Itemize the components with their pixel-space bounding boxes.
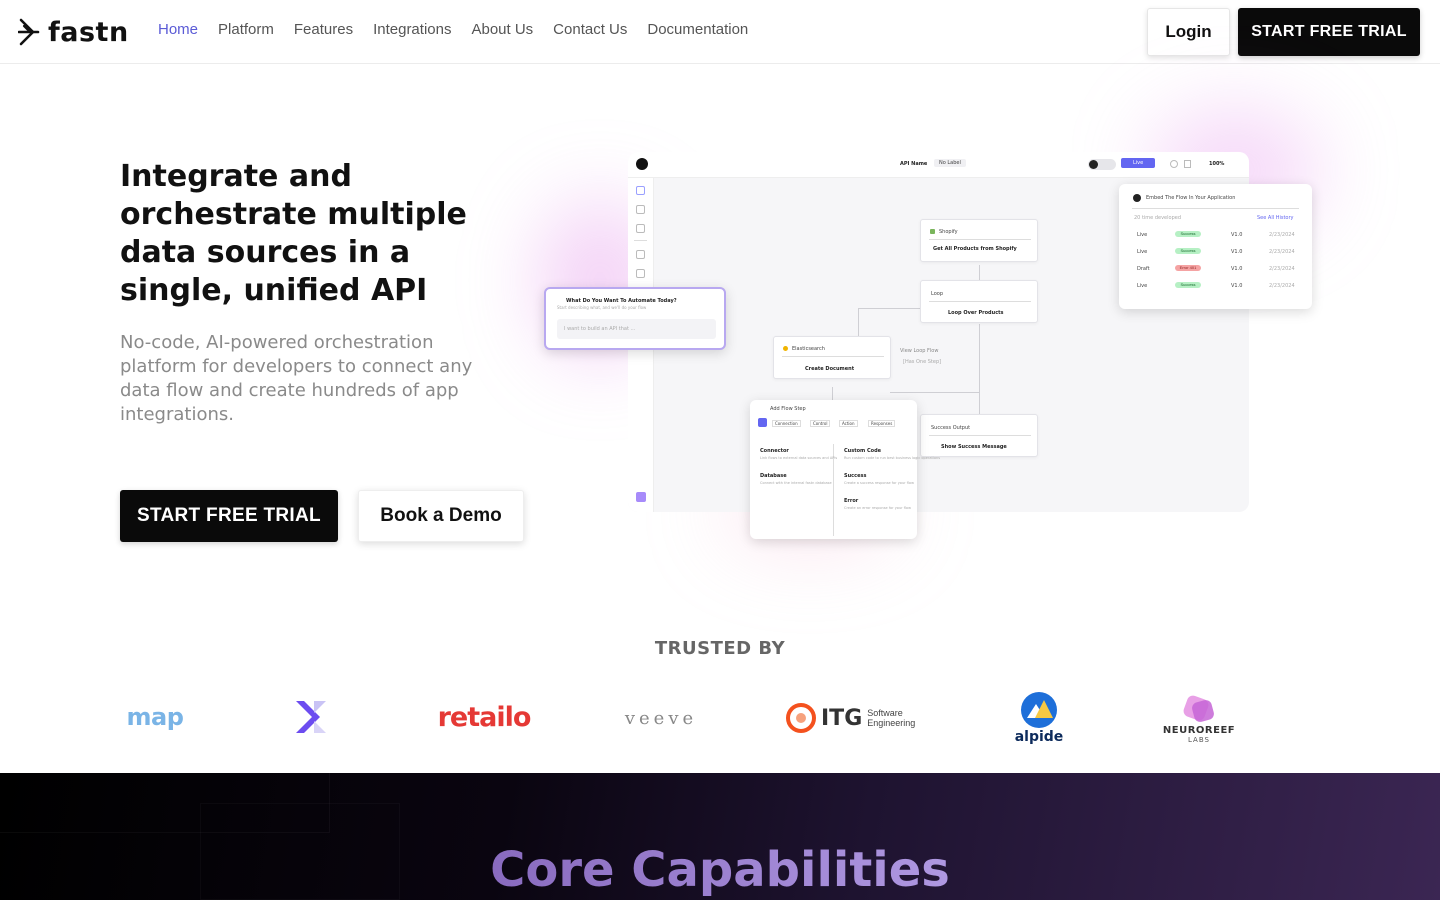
- itg-circle-icon: [786, 703, 816, 733]
- node-elasticsearch: Elasticsearch Create Document: [773, 336, 891, 379]
- add-flow-step-panel: Add Flow Step Connection Control Action …: [750, 400, 940, 539]
- neuroreef-icon: [1181, 693, 1216, 725]
- logo-veeve: veeve: [624, 707, 698, 729]
- node-shopify: Shopify Get All Products from Shopify: [920, 219, 1038, 262]
- mockup-label-select: No Label: [934, 159, 966, 167]
- node-success-output: Success Output Show Success Message: [920, 414, 1038, 457]
- nav-link-platform[interactable]: Platform: [218, 21, 274, 38]
- embed-flow-panel: Embed The Flow In Your Application 20 ti…: [1119, 184, 1312, 309]
- top-navbar: fastn Home Platform Features Integration…: [0, 0, 1440, 64]
- nav-link-documentation[interactable]: Documentation: [647, 21, 748, 38]
- nav-link-about-us[interactable]: About Us: [471, 21, 533, 38]
- mockup-zoom: 100%: [1209, 161, 1225, 167]
- brand-logo[interactable]: fastn: [18, 16, 129, 48]
- book-demo-button[interactable]: Book a Demo: [358, 490, 524, 542]
- nav-link-features[interactable]: Features: [294, 21, 353, 38]
- loop-flow-label: View Loop Flow: [900, 348, 939, 354]
- logo-itg: ITG Software Engineering: [786, 700, 922, 736]
- logo-retailo: retailo: [437, 701, 532, 733]
- hero-subtitle: No-code, AI-powered orchestration platfo…: [120, 332, 473, 425]
- alpide-mountain-icon: [1021, 691, 1057, 728]
- automate-prompt-card: What Do You Want To Automate Today? Star…: [544, 287, 726, 350]
- x-logo-icon: [296, 701, 326, 733]
- core-capabilities-title: Core Capabilities: [0, 842, 1440, 898]
- logo-alpide: alpide: [1012, 690, 1066, 746]
- login-button[interactable]: Login: [1147, 8, 1230, 56]
- trusted-by-heading: TRUSTED BY: [654, 638, 786, 659]
- hero-title: Integrate and orchestrate multiple data …: [120, 159, 467, 308]
- mockup-bookmark-icon: [1184, 160, 1191, 168]
- node-loop: Loop Loop Over Products: [920, 280, 1038, 323]
- nav-link-contact-us[interactable]: Contact Us: [553, 21, 627, 38]
- mockup-topbar: API Name No Label Live 100%: [628, 152, 1249, 178]
- mockup-eye-icon: [1170, 160, 1178, 168]
- logo-neuroreef: NEUROREEF LABS: [1160, 690, 1238, 748]
- logo-x: [290, 698, 332, 736]
- nav-link-integrations[interactable]: Integrations: [373, 21, 451, 38]
- mockup-logo-icon: [636, 158, 648, 170]
- loop-steps-label: [Has One Step]: [903, 359, 942, 365]
- brand-name: fastn: [48, 16, 129, 48]
- start-free-trial-nav-button[interactable]: START FREE TRIAL: [1238, 8, 1420, 56]
- mockup-toggle: [1088, 159, 1116, 170]
- fastn-logo-icon: [18, 18, 40, 46]
- mockup-live-button: Live: [1121, 158, 1156, 168]
- logo-map: map: [126, 703, 184, 731]
- nav-links: Home Platform Features Integrations Abou…: [158, 21, 748, 38]
- mockup-api-name: API Name: [900, 161, 928, 167]
- nav-link-home[interactable]: Home: [158, 21, 198, 38]
- start-free-trial-hero-button[interactable]: START FREE TRIAL: [120, 490, 338, 542]
